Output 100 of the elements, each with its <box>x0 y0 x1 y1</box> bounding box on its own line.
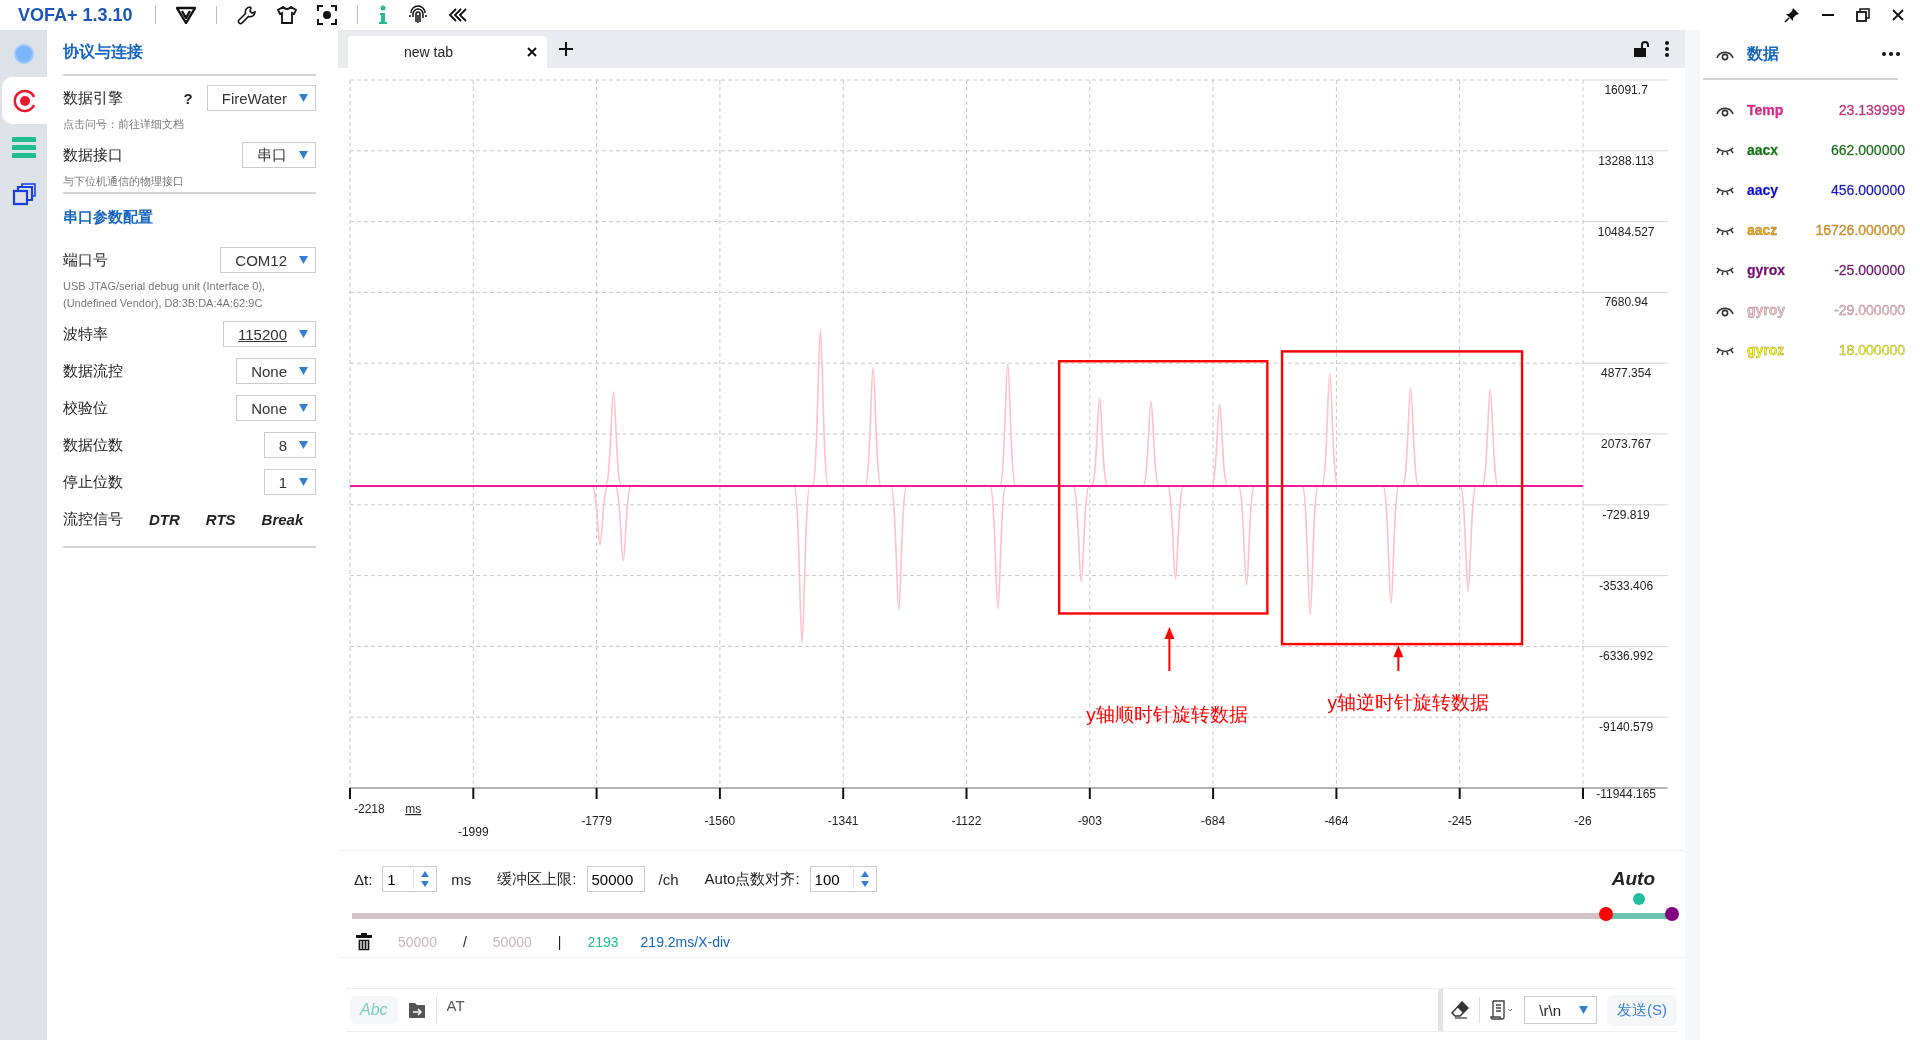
eraser-icon[interactable] <box>1451 1001 1470 1019</box>
axis-label: -9140.579 <box>1599 720 1654 735</box>
status-light-icon <box>11 41 36 66</box>
wrench-icon[interactable] <box>236 5 257 25</box>
axis-label: 7680.94 <box>1604 295 1648 310</box>
dropdown[interactable]: 1 <box>263 469 316 495</box>
axis-label: -1560 <box>704 814 736 828</box>
add-tab-icon[interactable] <box>559 42 573 56</box>
input-field[interactable]: 50000 <box>586 866 645 892</box>
panel-title: 数据 <box>1747 43 1779 64</box>
spin-input[interactable]: 1 <box>383 870 414 888</box>
close-icon[interactable] <box>527 47 537 57</box>
unit-label: ms <box>451 870 472 888</box>
dropdown[interactable]: 串口 <box>242 142 316 168</box>
nav-item[interactable] <box>2 77 47 124</box>
buffer-count: 50000 <box>492 934 532 950</box>
channel-value: 456.000000 <box>1831 182 1905 198</box>
trash-icon[interactable] <box>356 933 372 951</box>
axis-label: -684 <box>1201 814 1226 828</box>
caret-icon <box>1579 1006 1588 1014</box>
caret-icon <box>299 404 308 412</box>
channel-value: 662.000000 <box>1831 142 1905 158</box>
field-label: 端口号 <box>63 250 108 270</box>
annotation-label: y轴逆时针旋转数据 <box>1327 692 1489 713</box>
axis-label: -1341 <box>827 814 859 828</box>
dropdown[interactable]: None <box>236 395 316 421</box>
slider-thumb[interactable] <box>1665 907 1679 921</box>
field-label: 流控信号 <box>63 509 123 529</box>
caret-icon <box>299 94 308 102</box>
dropdown[interactable]: None <box>236 358 316 384</box>
channel-name[interactable]: gyrox <box>1747 262 1809 278</box>
field-label: 数据引擎 <box>63 88 123 108</box>
field-label: Δt: <box>354 870 373 888</box>
double-chevron-icon[interactable] <box>447 8 468 22</box>
tick-mark <box>1335 787 1338 800</box>
channel-name[interactable]: aacy <box>1747 182 1809 198</box>
separator-text: / <box>462 934 467 950</box>
spin-box[interactable]: 1 <box>382 866 438 892</box>
unlock-icon[interactable] <box>1633 41 1649 57</box>
slider-thumb[interactable] <box>1599 907 1613 921</box>
line-ending-dropdown[interactable]: \r\n <box>1524 996 1597 1024</box>
document-icon[interactable] <box>1490 1000 1515 1020</box>
axis-unit[interactable]: ms <box>405 802 422 816</box>
tick-mark <box>472 787 475 800</box>
close-icon[interactable] <box>1892 9 1904 21</box>
more-icon[interactable] <box>1882 52 1900 56</box>
dropdown[interactable]: 8 <box>263 432 316 458</box>
tab[interactable]: new tab <box>348 36 547 68</box>
signal-toggle[interactable]: RTS <box>205 510 236 528</box>
axis-label: 10484.527 <box>1597 224 1655 239</box>
channel-value: 18.000000 <box>1838 342 1905 358</box>
unit-label: /ch <box>658 870 679 888</box>
panel-title: 协议与连接 <box>63 42 144 62</box>
axis-label: -245 <box>1447 814 1472 828</box>
send-file-icon[interactable] <box>407 1001 426 1019</box>
help-link[interactable]: ? <box>183 89 193 107</box>
logo-icon[interactable] <box>175 6 196 24</box>
point-count: 2193 <box>587 934 619 950</box>
tick-mark <box>595 787 598 800</box>
send-button[interactable]: 发送(S) <box>1607 994 1677 1026</box>
axis-label: -903 <box>1077 814 1102 828</box>
scale-text: 219.2ms/X-div <box>640 934 731 950</box>
axis-label: -729.819 <box>1602 507 1650 522</box>
annotation-arrow <box>1393 645 1404 672</box>
pin-icon[interactable] <box>1784 7 1800 23</box>
spin-box[interactable]: 100 <box>809 866 877 892</box>
fingerprint-icon[interactable] <box>407 5 428 25</box>
axis-label: -26 <box>1574 814 1592 828</box>
channel-name[interactable]: aacx <box>1747 142 1809 158</box>
maximize-icon[interactable] <box>1856 8 1870 22</box>
spin-input[interactable]: 100 <box>810 870 853 888</box>
field-label: 数据流控 <box>63 361 123 381</box>
kebab-menu-icon[interactable] <box>1665 41 1669 57</box>
field-hint: 与下位机通信的物理接口 <box>63 174 185 189</box>
focus-icon[interactable] <box>316 5 337 25</box>
signal-toggle[interactable]: DTR <box>149 510 180 528</box>
record-icon <box>11 87 38 114</box>
mode-label[interactable]: Auto <box>1611 868 1655 890</box>
channel-value: 23.139999 <box>1838 102 1905 118</box>
axis-label: -464 <box>1324 814 1349 828</box>
tick-mark <box>349 787 351 800</box>
axis-label: -2218 <box>354 802 385 816</box>
axis-label: -3533.406 <box>1599 578 1654 593</box>
tick-mark <box>965 787 968 800</box>
slider-thumb[interactable] <box>1633 893 1645 905</box>
channel-name[interactable]: Temp <box>1747 102 1809 118</box>
caret-icon <box>299 478 308 486</box>
dropdown[interactable]: 115200 <box>223 321 316 347</box>
app-title: VOFA+ 1.3.10 <box>18 4 133 26</box>
dropdown[interactable]: FireWater <box>206 85 316 111</box>
buffer-count: 50000 <box>398 934 437 950</box>
field-label: 数据接口 <box>63 145 123 165</box>
tick-mark <box>1458 787 1461 800</box>
tick-mark <box>842 787 845 800</box>
shirt-icon[interactable] <box>276 5 297 25</box>
signal-toggle[interactable]: Break <box>261 510 304 528</box>
axis-label: 16091.7 <box>1604 83 1648 97</box>
dropdown[interactable]: COM12 <box>220 247 316 273</box>
caret-icon <box>299 256 308 264</box>
field-label: 波特率 <box>63 324 108 344</box>
